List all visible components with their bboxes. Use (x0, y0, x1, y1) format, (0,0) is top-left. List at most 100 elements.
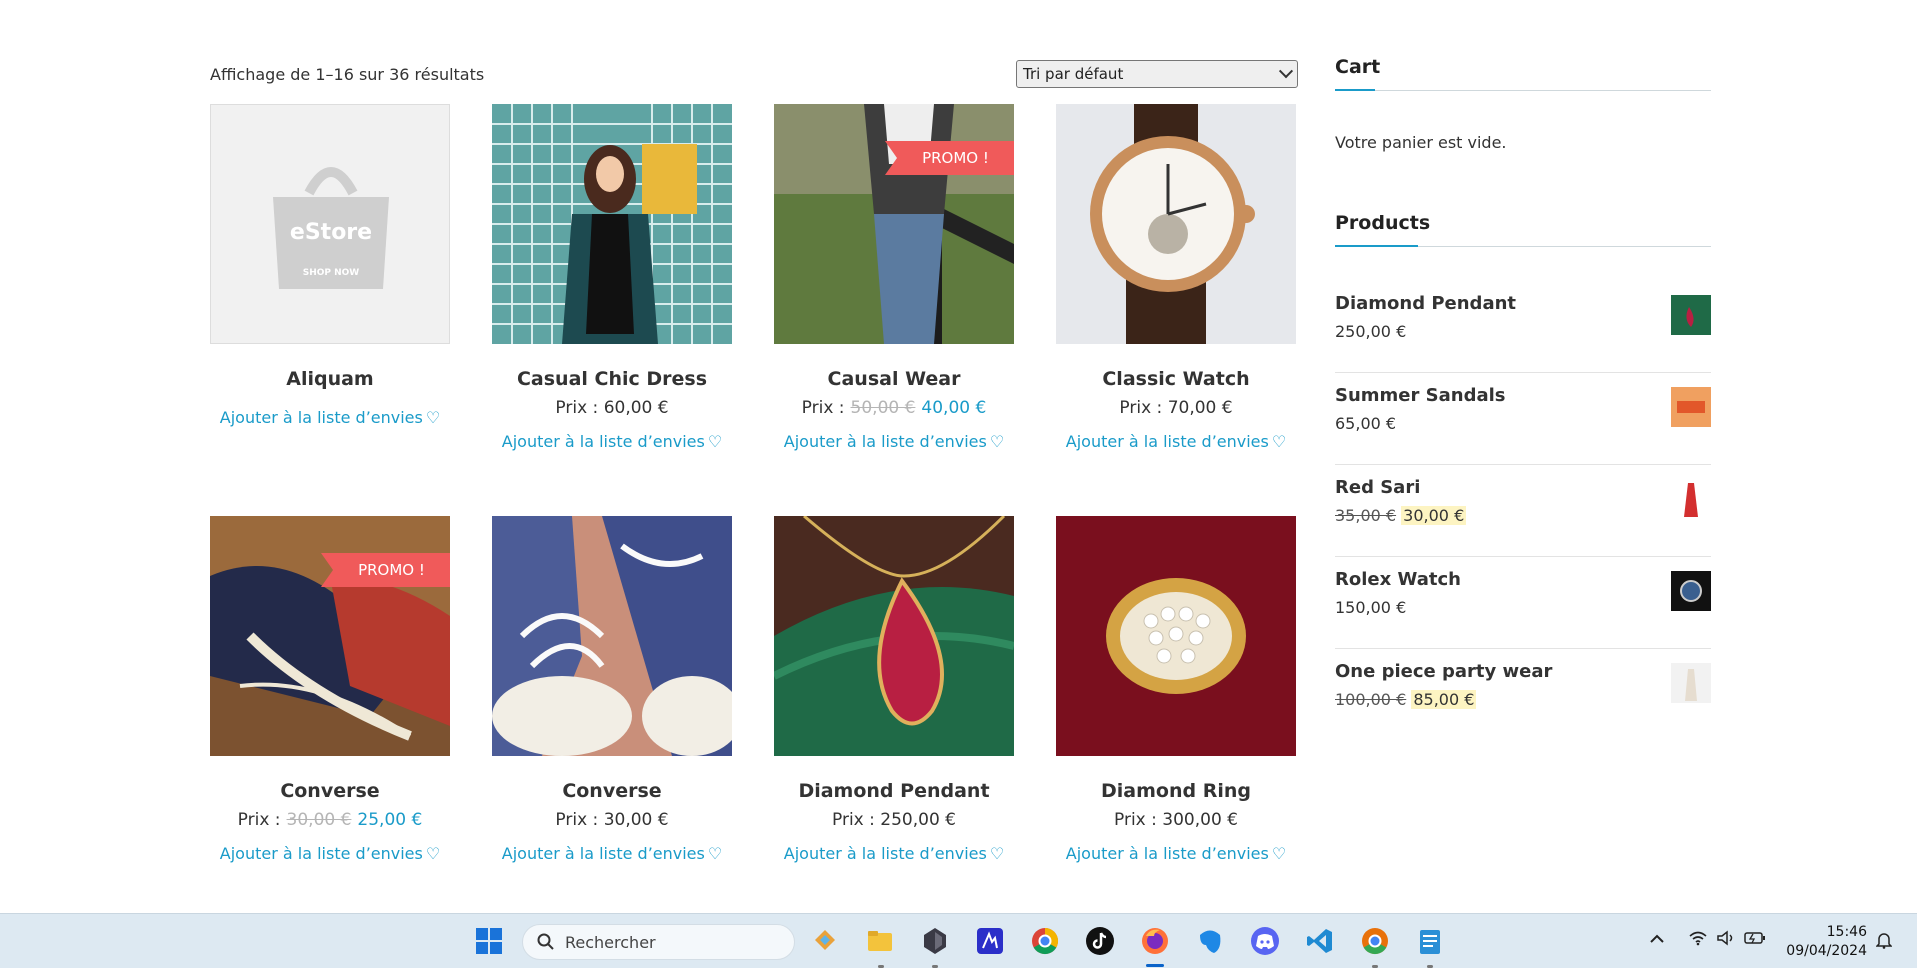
firefox-icon[interactable] (1140, 926, 1170, 956)
sidebar-product-price: 35,00 € 30,00 € (1335, 506, 1467, 525)
tiktok-icon[interactable] (1085, 926, 1115, 956)
product-name[interactable]: Diamond Pendant (774, 780, 1014, 806)
price-value: 60,00 € (603, 398, 669, 418)
heart-icon: ♡ (989, 844, 1005, 863)
product-image[interactable] (1056, 104, 1296, 344)
notification-bell-icon[interactable] (1876, 931, 1892, 949)
product-card: PROMO ! Converse Prix :30,00 €25,00 € Aj… (210, 516, 450, 863)
product-image[interactable] (492, 104, 732, 344)
sidebar-product-thumb[interactable] (1671, 387, 1711, 427)
search-placeholder: Rechercher (565, 932, 656, 952)
wishlist-label: Ajouter à la liste d’envies (219, 844, 423, 863)
add-to-wishlist-link[interactable]: Ajouter à la liste d’envies ♡ (492, 844, 732, 863)
file-explorer-icon[interactable] (865, 926, 895, 956)
ring-photo (1056, 516, 1296, 756)
product-image[interactable]: eStore SHOP NOW (210, 104, 450, 344)
converse-blue-photo (492, 516, 732, 756)
heart-icon: ♡ (1271, 844, 1287, 863)
sidebar-product-name[interactable]: Red Sari (1335, 477, 1466, 498)
widgets-icon[interactable] (810, 926, 840, 956)
product-name[interactable]: Classic Watch (1056, 368, 1296, 394)
product-image[interactable] (1056, 516, 1296, 756)
product-name[interactable]: Converse (492, 780, 732, 806)
wishlist-label: Ajouter à la liste d’envies (501, 844, 705, 863)
discord-icon[interactable] (1250, 926, 1280, 956)
battery-icon[interactable] (1744, 931, 1766, 945)
heart-icon: ♡ (707, 432, 723, 451)
add-to-wishlist-link[interactable]: Ajouter à la liste d’envies ♡ (774, 844, 1014, 863)
taskbar-search-input[interactable]: Rechercher (522, 924, 795, 960)
sidebar-product-thumb[interactable] (1671, 571, 1711, 611)
sort-select[interactable]: Tri par défaut (1016, 60, 1298, 88)
products-widget-title: Products (1335, 212, 1711, 247)
chrome-icon[interactable] (1030, 926, 1060, 956)
watch-photo (1056, 104, 1296, 344)
add-to-wishlist-link[interactable]: Ajouter à la liste d’envies ♡ (774, 432, 1014, 451)
price-value: 300,00 € (1162, 810, 1238, 830)
add-to-wishlist-link[interactable]: Ajouter à la liste d’envies ♡ (1056, 432, 1296, 451)
sidebar-product-price: 65,00 € (1335, 414, 1397, 433)
sidebar-product-item[interactable]: Diamond Pendant 250,00 € (1335, 281, 1711, 373)
product-name[interactable]: Casual Chic Dress (492, 368, 732, 394)
vscode-icon[interactable] (1305, 926, 1335, 956)
old-price: 35,00 € (1335, 506, 1397, 525)
product-name[interactable]: Diamond Ring (1056, 780, 1296, 806)
heart-icon: ♡ (989, 432, 1005, 451)
add-to-wishlist-link[interactable]: Ajouter à la liste d’envies ♡ (492, 432, 732, 451)
product-image[interactable] (774, 516, 1014, 756)
notepad-icon[interactable] (1415, 926, 1445, 956)
app-icon[interactable] (975, 926, 1005, 956)
sidebar-product-name[interactable]: Summer Sandals (1335, 385, 1505, 406)
product-image[interactable] (492, 516, 732, 756)
product-name[interactable]: Causal Wear (774, 368, 1014, 394)
price-prefix: Prix : (1119, 398, 1163, 418)
sidebar-product-name[interactable]: One piece party wear (1335, 661, 1552, 682)
price-prefix: Prix : (1114, 810, 1157, 830)
estore-brand: eStore (290, 220, 372, 245)
product-price: Prix : 250,00 € (774, 810, 1014, 830)
price-prefix: Prix : (237, 810, 281, 830)
promo-badge: PROMO ! (885, 141, 1014, 175)
add-to-wishlist-link[interactable]: Ajouter à la liste d’envies ♡ (210, 408, 450, 427)
cart-widget-title: Cart (1335, 56, 1711, 91)
result-count: Affichage de 1–16 sur 36 résultats (210, 64, 485, 84)
sidebar-product-item[interactable]: Summer Sandals 65,00 € (1335, 373, 1711, 465)
sidebar-product-item[interactable]: Rolex Watch 150,00 € (1335, 557, 1711, 649)
wifi-icon[interactable] (1688, 930, 1708, 946)
product-card: eStore SHOP NOW Aliquam Ajouter à la lis… (210, 104, 450, 427)
chevron-up-icon[interactable] (1650, 934, 1664, 944)
sidebar-product-name[interactable]: Diamond Pendant (1335, 293, 1516, 314)
start-icon[interactable] (474, 926, 504, 956)
sidebar-product-item[interactable]: Red Sari 35,00 € 30,00 € (1335, 465, 1711, 557)
add-to-wishlist-link[interactable]: Ajouter à la liste d’envies ♡ (210, 844, 450, 863)
add-to-wishlist-link[interactable]: Ajouter à la liste d’envies ♡ (1056, 844, 1296, 863)
clock[interactable]: 15:46 09/04/2024 (1786, 923, 1867, 961)
sale-price: 25,00 € (357, 810, 423, 830)
wishlist-label: Ajouter à la liste d’envies (1065, 432, 1269, 451)
chevron-down-icon (1278, 64, 1294, 79)
volume-icon[interactable] (1716, 930, 1736, 946)
product-name[interactable]: Aliquam (210, 368, 450, 394)
sale-price: 40,00 € (921, 398, 987, 418)
product-price: Prix : 300,00 € (1056, 810, 1296, 830)
search-icon (537, 933, 554, 950)
sidebar-product-thumb[interactable] (1671, 295, 1711, 335)
chrome-canary-icon[interactable] (1360, 926, 1390, 956)
product-image[interactable]: PROMO ! (210, 516, 450, 756)
evernote-icon[interactable] (1195, 926, 1225, 956)
sale-price: 85,00 € (1411, 690, 1477, 709)
sidebar-product-thumb[interactable] (1671, 663, 1711, 703)
price-prefix: Prix : (555, 810, 599, 830)
heart-icon: ♡ (707, 844, 723, 863)
heart-icon: ♡ (1271, 432, 1287, 451)
price-prefix: Prix : (555, 398, 599, 418)
obsidian-icon[interactable] (920, 926, 950, 956)
estore-placeholder-image: eStore SHOP NOW (273, 167, 389, 289)
product-image[interactable]: PROMO ! (774, 104, 1014, 344)
sidebar-product-item[interactable]: One piece party wear 100,00 € 85,00 € (1335, 649, 1711, 741)
sidebar-product-thumb[interactable] (1671, 479, 1711, 519)
product-name[interactable]: Converse (210, 780, 450, 806)
promo-badge: PROMO ! (321, 553, 450, 587)
product-price: Prix : 60,00 € (492, 398, 732, 418)
sidebar-product-name[interactable]: Rolex Watch (1335, 569, 1461, 590)
